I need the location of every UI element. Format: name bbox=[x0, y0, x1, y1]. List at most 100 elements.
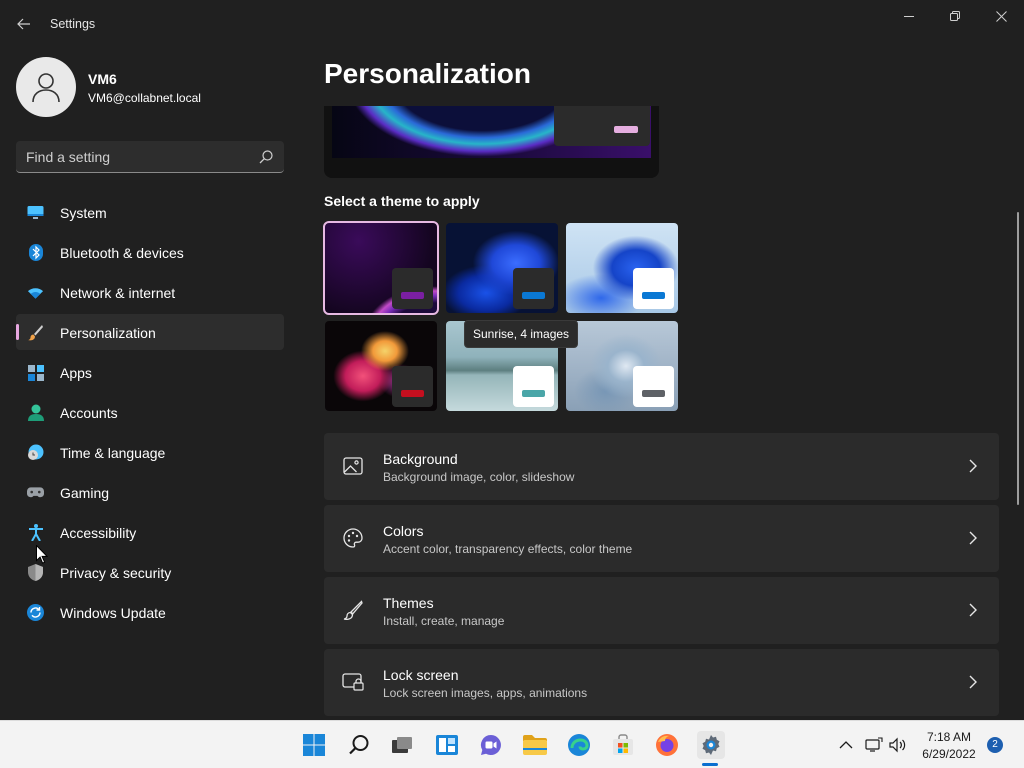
sidebar-item-label: Bluetooth & devices bbox=[60, 245, 184, 261]
sidebar-item-label: Accessibility bbox=[60, 525, 137, 541]
widgets-icon bbox=[436, 735, 458, 755]
file-explorer-icon bbox=[523, 735, 547, 755]
colors-settings-card[interactable]: Colors Accent color, transparency effect… bbox=[324, 505, 999, 572]
sidebar-item-system[interactable]: System bbox=[16, 194, 284, 230]
widgets-button[interactable] bbox=[433, 731, 461, 759]
sidebar-item-accessibility[interactable]: Accessibility bbox=[16, 514, 284, 550]
chevron-right-icon bbox=[969, 603, 977, 617]
update-icon bbox=[27, 604, 44, 621]
search-box[interactable] bbox=[16, 141, 284, 173]
theme-tooltip: Sunrise, 4 images bbox=[464, 320, 579, 348]
store-button[interactable] bbox=[609, 731, 637, 759]
card-subtitle: Accent color, transparency effects, colo… bbox=[383, 542, 633, 556]
theme-tile-light-bloom[interactable] bbox=[566, 223, 678, 313]
back-button[interactable] bbox=[12, 12, 36, 36]
chevron-up-icon bbox=[839, 741, 853, 749]
avatar[interactable] bbox=[16, 57, 76, 117]
tile-panel bbox=[633, 268, 674, 309]
back-arrow-icon bbox=[17, 18, 30, 30]
theme-tile-flow[interactable] bbox=[566, 321, 678, 411]
chevron-right-icon bbox=[969, 675, 977, 689]
taskbar-search-button[interactable] bbox=[345, 731, 373, 759]
windows-logo-icon bbox=[303, 734, 325, 756]
user-email: VM6@collabnet.local bbox=[88, 91, 201, 105]
apps-icon bbox=[27, 364, 44, 381]
chevron-right-icon bbox=[969, 459, 977, 473]
card-title: Colors bbox=[383, 523, 424, 539]
tile-panel bbox=[392, 366, 433, 407]
page-title: Personalization bbox=[324, 58, 531, 89]
globe-clock-icon bbox=[27, 444, 44, 461]
restore-icon bbox=[950, 11, 960, 21]
edge-button[interactable] bbox=[565, 731, 593, 759]
scrollbar[interactable] bbox=[1017, 212, 1019, 505]
themes-settings-card[interactable]: Themes Install, create, manage bbox=[324, 577, 999, 644]
theme-section-title: Select a theme to apply bbox=[324, 193, 480, 209]
brush-icon bbox=[342, 599, 364, 621]
task-view-icon bbox=[392, 737, 412, 753]
search-icon[interactable] bbox=[258, 149, 274, 165]
brush-icon bbox=[27, 324, 44, 341]
theme-tile-purple-glow[interactable] bbox=[323, 221, 439, 315]
sidebar-item-label: Windows Update bbox=[60, 605, 166, 621]
tile-accent-bar bbox=[522, 292, 545, 299]
sidebar-item-privacy[interactable]: Privacy & security bbox=[16, 554, 284, 590]
close-button[interactable] bbox=[978, 0, 1024, 32]
sidebar-item-accounts[interactable]: Accounts bbox=[16, 394, 284, 430]
preview-wallpaper bbox=[332, 106, 651, 158]
close-icon bbox=[995, 10, 1007, 22]
firefox-button[interactable] bbox=[653, 731, 681, 759]
sidebar-item-label: Gaming bbox=[60, 485, 110, 501]
notification-badge[interactable]: 2 bbox=[987, 737, 1003, 753]
sidebar-item-label: Accounts bbox=[60, 405, 118, 421]
card-subtitle: Background image, color, slideshow bbox=[383, 470, 575, 484]
palette-icon bbox=[342, 527, 364, 549]
tile-accent-bar bbox=[642, 390, 665, 397]
active-app-indicator bbox=[702, 763, 718, 766]
card-title: Lock screen bbox=[383, 667, 459, 683]
tile-panel bbox=[392, 268, 433, 309]
person-icon bbox=[27, 404, 44, 421]
tile-panel bbox=[633, 366, 674, 407]
sidebar-item-gaming[interactable]: Gaming bbox=[16, 474, 284, 510]
image-icon bbox=[342, 455, 364, 477]
sidebar-item-windows-update[interactable]: Windows Update bbox=[16, 594, 284, 630]
sidebar-item-label: Apps bbox=[60, 365, 92, 381]
volume-tray-button[interactable] bbox=[884, 731, 912, 759]
person-icon bbox=[32, 73, 60, 103]
lock-screen-settings-card[interactable]: Lock screen Lock screen images, apps, an… bbox=[324, 649, 999, 716]
start-button[interactable] bbox=[300, 731, 328, 759]
show-hidden-icons-button[interactable] bbox=[832, 731, 860, 759]
card-title: Background bbox=[383, 451, 458, 467]
minimize-button[interactable] bbox=[886, 0, 932, 32]
clock-time[interactable]: 7:18 AM bbox=[914, 730, 984, 744]
card-title: Themes bbox=[383, 595, 434, 611]
theme-preview bbox=[324, 106, 659, 178]
theme-tile-dark-bloom[interactable] bbox=[446, 223, 558, 313]
bluetooth-icon bbox=[27, 244, 44, 261]
sidebar-item-apps[interactable]: Apps bbox=[16, 354, 284, 390]
gamepad-icon bbox=[27, 484, 44, 501]
file-explorer-button[interactable] bbox=[521, 731, 549, 759]
sidebar-item-bluetooth[interactable]: Bluetooth & devices bbox=[16, 234, 284, 270]
background-settings-card[interactable]: Background Background image, color, slid… bbox=[324, 433, 999, 500]
network-icon bbox=[865, 737, 883, 752]
window-title: Settings bbox=[50, 17, 96, 31]
search-input[interactable] bbox=[26, 149, 246, 165]
sidebar-item-network[interactable]: Network & internet bbox=[16, 274, 284, 310]
theme-tile-flower[interactable] bbox=[325, 321, 437, 411]
card-subtitle: Lock screen images, apps, animations bbox=[383, 686, 588, 700]
clock-date[interactable]: 6/29/2022 bbox=[914, 747, 984, 761]
sidebar-nav: System Bluetooth & devices Network & int… bbox=[16, 194, 284, 634]
restore-button[interactable] bbox=[932, 0, 978, 32]
sidebar-item-label: Network & internet bbox=[60, 285, 176, 301]
settings-button[interactable] bbox=[697, 731, 725, 759]
firefox-icon bbox=[656, 734, 678, 756]
monitor-icon bbox=[27, 204, 44, 221]
sidebar-item-personalization[interactable]: Personalization bbox=[16, 314, 284, 350]
chat-icon bbox=[480, 734, 501, 755]
task-view-button[interactable] bbox=[388, 731, 416, 759]
chat-button[interactable] bbox=[477, 731, 505, 759]
edge-icon bbox=[568, 734, 590, 756]
sidebar-item-time-language[interactable]: Time & language bbox=[16, 434, 284, 470]
